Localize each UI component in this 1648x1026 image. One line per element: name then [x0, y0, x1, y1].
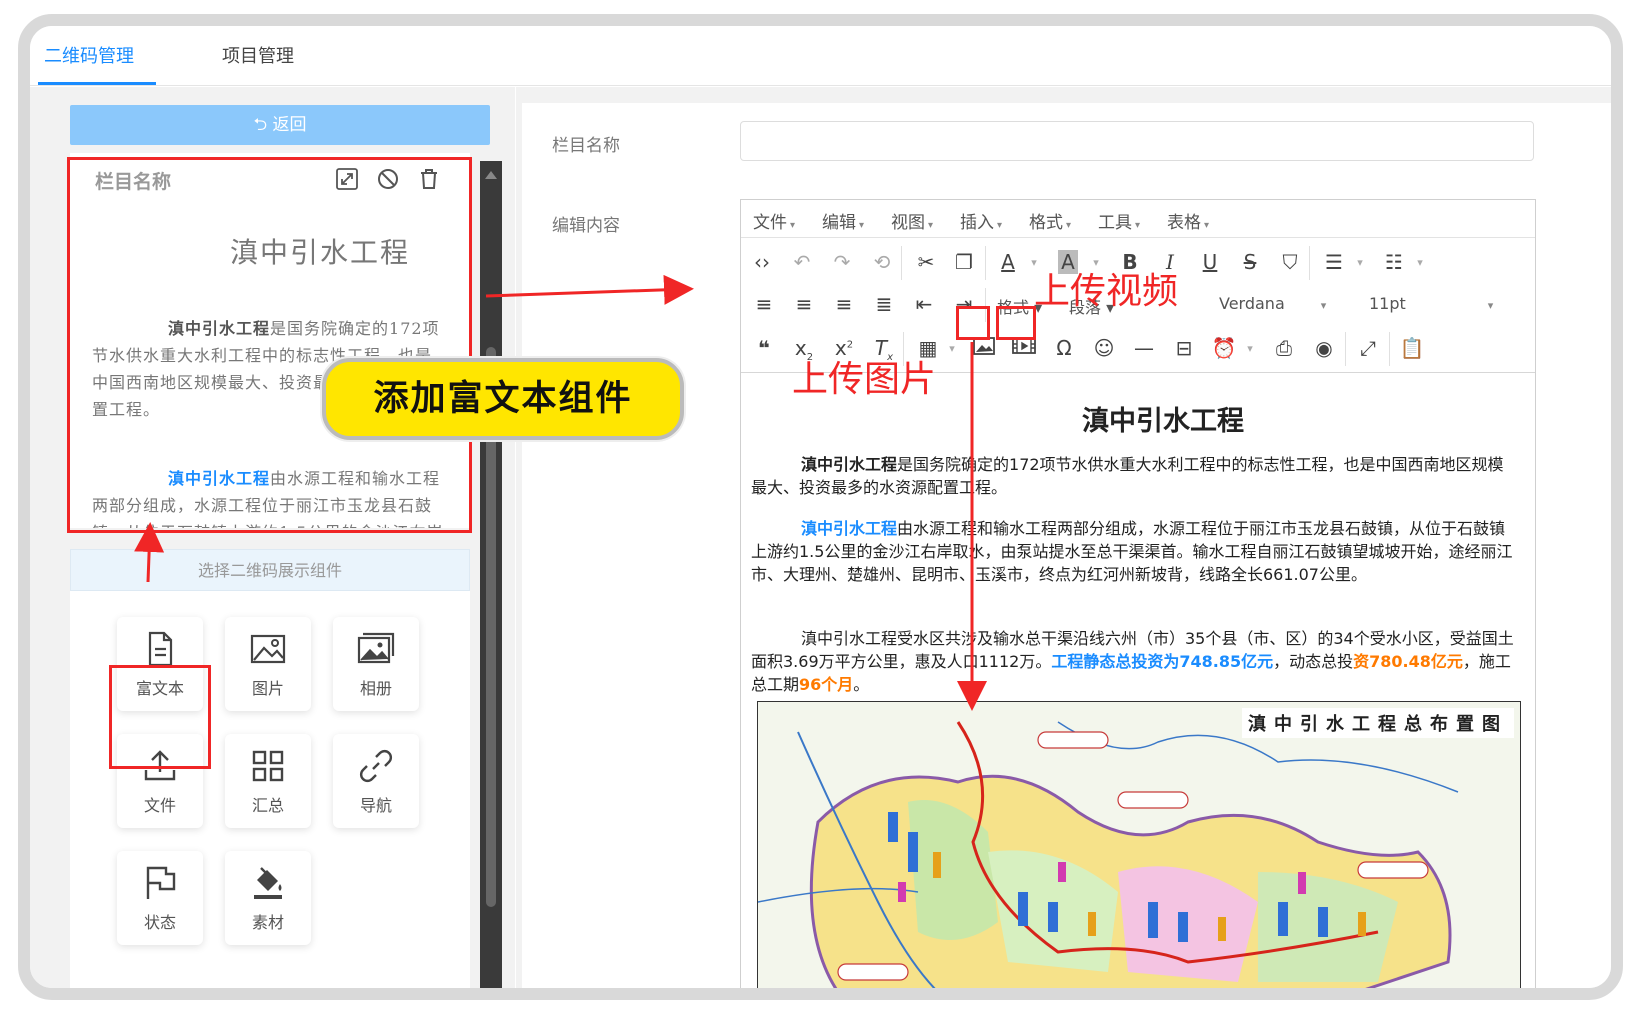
component-label: 相册	[359, 679, 392, 698]
emoji-icon[interactable]: ☺	[1089, 336, 1119, 360]
fullscreen-icon[interactable]: ⤢	[1353, 336, 1383, 360]
upload-image-highlight	[956, 306, 990, 340]
content-label: 编辑内容	[552, 216, 620, 236]
editor-content[interactable]: 滇中引水工程 滇中引水工程是国务院确定的172项节水供水重大水利工程中的标志性工…	[741, 372, 1535, 988]
component-material[interactable]: 素材	[225, 851, 311, 945]
component-label: 图片	[251, 679, 284, 698]
top-tab-bar: 二维码管理 项目管理	[30, 26, 1611, 86]
paste-icon[interactable]: 📋	[1397, 336, 1427, 360]
preview-highlight-box	[67, 157, 472, 533]
component-label: 状态	[143, 913, 176, 932]
upload-video-highlight	[996, 306, 1036, 340]
cut-icon[interactable]: ✂	[911, 250, 941, 274]
menu-view[interactable]: 视图 ▾	[891, 208, 933, 233]
menu-file[interactable]: 文件 ▾	[753, 208, 795, 233]
select-component-bar: 选择二维码展示组件	[70, 549, 470, 591]
component-label: 汇总	[251, 796, 284, 815]
add-rich-text-callout: 添加富文本组件	[322, 358, 684, 440]
font-family-dropdown[interactable]: Verdana ▾	[1219, 294, 1326, 313]
rich-text-icon	[148, 631, 173, 667]
upload-video-annotation: 上传视频	[1034, 271, 1179, 312]
restore-icon[interactable]: ⟲	[867, 250, 897, 274]
menu-format[interactable]: 格式 ▾	[1029, 208, 1071, 233]
component-label: 文件	[143, 796, 176, 815]
rich-text-highlight-box	[109, 665, 211, 769]
editor-menubar: 文件 ▾ 编辑 ▾ 视图 ▾ 插入 ▾ 格式 ▾ 工具 ▾ 表格 ▾	[741, 200, 1535, 238]
bookmark-icon[interactable]: ⛉	[1275, 250, 1305, 274]
justify-icon[interactable]: ≣	[869, 292, 899, 316]
strikethrough-icon[interactable]: S	[1235, 250, 1265, 274]
paint-bucket-icon	[254, 867, 282, 899]
menu-tools[interactable]: 工具 ▾	[1098, 208, 1140, 233]
column-name-label: 栏目名称	[552, 136, 620, 156]
chevron-down-icon[interactable]: ▾	[1405, 256, 1435, 269]
page-break-icon[interactable]: ⊟	[1169, 336, 1199, 360]
chevron-down-icon[interactable]: ▾	[937, 342, 967, 355]
menu-insert[interactable]: 插入 ▾	[960, 208, 1002, 233]
chevron-down-icon[interactable]: ▾	[1345, 256, 1375, 269]
outdent-icon[interactable]: ⇤	[909, 292, 939, 316]
link-icon	[360, 750, 392, 782]
content-paragraph-2: 滇中引水工程由水源工程和输水工程两部分组成，水源工程位于丽江市玉龙县石鼓镇，从位…	[751, 519, 1513, 584]
tab-project-management[interactable]: 项目管理	[222, 42, 294, 68]
content-paragraph-3: 滇中引水工程受水区共涉及输水总干渠沿线六州（市）35个县（市、区）的34个受水小…	[751, 629, 1514, 694]
map-title: 滇中引水工程总布置图	[1242, 708, 1514, 738]
component-image[interactable]: 图片	[225, 617, 311, 711]
redo-icon[interactable]: ↷	[827, 250, 857, 274]
column-name-input[interactable]	[740, 121, 1534, 161]
active-tab-underline	[38, 82, 156, 85]
project-map-image: 滇中引水工程总布置图	[757, 701, 1521, 988]
map-graphic	[758, 702, 1520, 988]
scroll-up-icon[interactable]	[485, 171, 497, 179]
rich-text-editor: 文件 ▾ 编辑 ▾ 视图 ▾ 插入 ▾ 格式 ▾ 工具 ▾ 表格 ▾ ‹› ↶ ↷ ⟲ ✂ ❐	[740, 199, 1536, 988]
special-character-icon[interactable]: Ω	[1049, 336, 1079, 360]
component-summary[interactable]: 汇总	[225, 734, 311, 828]
edit-form: 栏目名称 编辑内容 文件 ▾ 编辑 ▾ 视图 ▾ 插入 ▾ 格式 ▾ 工具 ▾ 表格 ▾ ‹›…	[522, 103, 1611, 988]
undo-icon[interactable]: ↶	[787, 250, 817, 274]
preview-eye-icon[interactable]: ◉	[1309, 336, 1339, 360]
content-title: 滇中引水工程	[1082, 406, 1244, 437]
app-window: 二维码管理 项目管理 ⮌ 返回 栏目名称 滇中引水工程 滇中引水工程是国务院确定…	[18, 14, 1623, 1000]
component-label: 导航	[359, 796, 392, 815]
menu-edit[interactable]: 编辑 ▾	[822, 208, 864, 233]
blockquote-icon[interactable]: ❝	[749, 336, 779, 360]
upload-image-annotation: 上传图片	[792, 359, 937, 400]
font-size-dropdown[interactable]: 11pt ▾	[1369, 294, 1493, 313]
align-right-icon[interactable]: ≡	[829, 292, 859, 316]
tab-qrcode-management[interactable]: 二维码管理	[44, 42, 134, 68]
component-status[interactable]: 状态	[117, 851, 203, 945]
component-label: 素材	[251, 913, 284, 932]
align-center-icon[interactable]: ≡	[789, 292, 819, 316]
right-panel: 栏目名称 编辑内容 文件 ▾ 编辑 ▾ 视图 ▾ 插入 ▾ 格式 ▾ 工具 ▾ 表格 ▾ ‹›…	[516, 87, 1611, 988]
source-code-icon[interactable]: ‹›	[747, 250, 777, 274]
print-icon[interactable]: ⎙	[1269, 336, 1299, 360]
back-button[interactable]: ⮌ 返回	[70, 105, 490, 145]
menu-table[interactable]: 表格 ▾	[1167, 208, 1209, 233]
content-paragraph-1: 滇中引水工程是国务院确定的172项节水供水重大水利工程中的标志性工程，也是中国西…	[751, 455, 1504, 497]
component-palette: 富文本 图片 相册 文件 汇总 导航 状态 素材	[70, 591, 470, 988]
horizontal-line-icon[interactable]: —	[1129, 336, 1159, 360]
component-navigation[interactable]: 导航	[333, 734, 419, 828]
underline-icon[interactable]: U	[1195, 250, 1225, 274]
component-album[interactable]: 相册	[333, 617, 419, 711]
flag-icon	[146, 866, 176, 899]
chevron-down-icon[interactable]: ▾	[1235, 342, 1265, 355]
grid-icon	[252, 750, 284, 782]
copy-icon[interactable]: ❐	[949, 250, 979, 274]
left-panel: ⮌ 返回 栏目名称 滇中引水工程 滇中引水工程是国务院确定的172项节水供水重大…	[30, 87, 515, 988]
album-icon	[357, 632, 395, 664]
align-left-icon[interactable]: ≡	[749, 292, 779, 316]
image-icon	[250, 634, 286, 664]
